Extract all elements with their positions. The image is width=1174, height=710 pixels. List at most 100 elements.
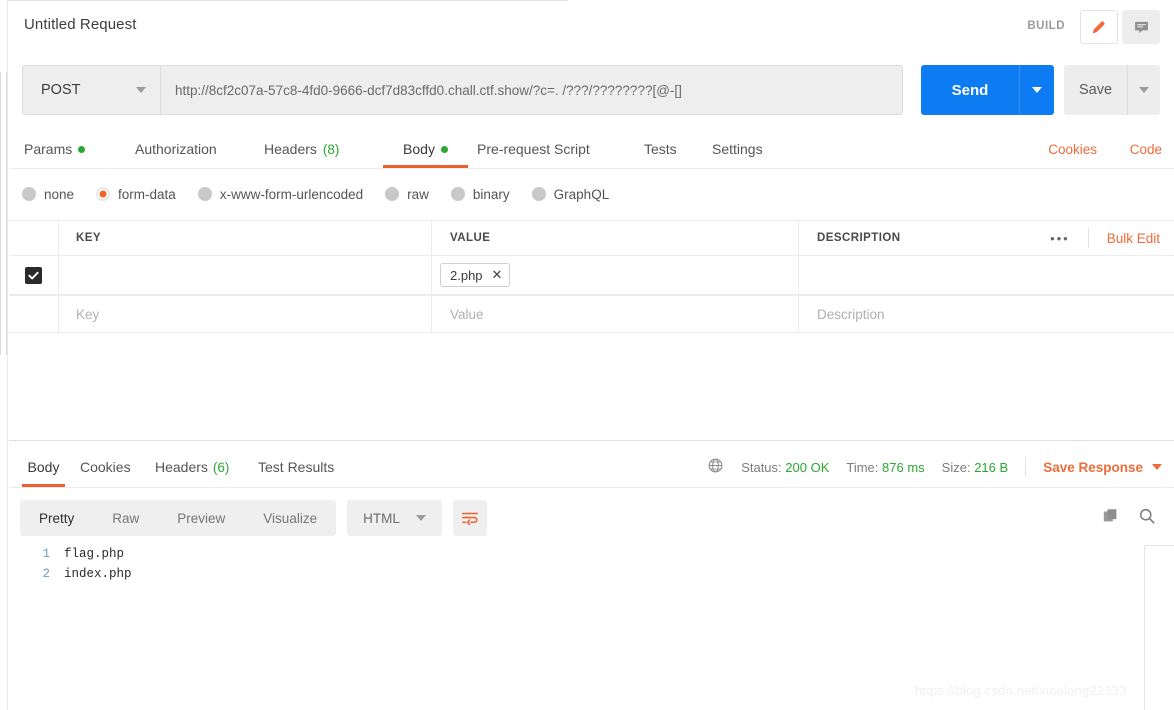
status-label: Status:	[741, 459, 782, 475]
body-type-label: GraphQL	[553, 186, 610, 202]
meta-divider	[1025, 457, 1027, 477]
table-placeholder-row: Key Value Description	[9, 295, 1174, 333]
size-label: Size:	[941, 459, 971, 475]
radio-icon	[22, 187, 36, 201]
send-button[interactable]: Send	[921, 65, 1019, 115]
chevron-down-icon	[415, 515, 426, 521]
radio-icon	[197, 187, 212, 201]
response-tab-headers[interactable]: Headers (6)	[155, 447, 229, 487]
tab-body[interactable]: Body	[383, 130, 468, 168]
checkbox-checked-icon[interactable]	[25, 266, 42, 284]
response-panel-divider	[1144, 545, 1145, 710]
response-tab-test-results[interactable]: Test Results	[258, 447, 334, 487]
save-options-button[interactable]	[1127, 65, 1160, 115]
code-line: 1 flag.php	[9, 544, 1144, 564]
file-chip[interactable]: 2.php ✕	[440, 263, 511, 287]
view-mode-pretty[interactable]: Pretty	[20, 500, 93, 536]
tab-label: Settings	[712, 141, 763, 157]
save-button[interactable]: Save	[1064, 65, 1127, 115]
body-type-label: form-data	[118, 186, 176, 202]
copy-icon[interactable]	[1102, 507, 1120, 530]
save-response-button[interactable]: Save Response	[1043, 460, 1162, 475]
search-icon[interactable]	[1138, 507, 1156, 530]
pencil-icon[interactable]	[1080, 10, 1118, 44]
response-meta: Status: 200 OK Time: 876 ms Size: 216 B …	[707, 447, 1162, 487]
response-tab-body[interactable]: Body	[22, 447, 65, 487]
body-type-label: none	[44, 186, 75, 202]
tab-label: Headers	[264, 141, 317, 157]
save-button-group: Save	[1064, 65, 1160, 115]
placeholder-value-cell[interactable]: Value	[432, 296, 799, 332]
row-description-cell[interactable]	[799, 256, 1174, 294]
tab-tests[interactable]: Tests	[644, 130, 677, 168]
tab-authorization[interactable]: Authorization	[135, 130, 217, 168]
placeholder-checkbox-cell	[9, 296, 59, 332]
row-checkbox-cell[interactable]	[9, 256, 59, 294]
form-data-table: KEY VALUE DESCRIPTION ••• Bulk Edit 2.ph…	[9, 220, 1174, 333]
key-input-placeholder: Key	[76, 306, 100, 322]
line-number: 1	[42, 547, 50, 561]
page-title: Untitled Request	[24, 16, 137, 33]
body-type-label: binary	[472, 186, 510, 202]
line-text: index.php	[64, 567, 132, 581]
size-badge: Size: 216 B	[942, 460, 1009, 475]
view-mode-preview[interactable]: Preview	[158, 500, 244, 536]
body-type-raw[interactable]: raw	[385, 187, 429, 202]
tab-label: Headers	[155, 459, 208, 475]
tab-params[interactable]: Params	[24, 130, 86, 168]
response-actions	[1102, 500, 1156, 536]
code-label: Code	[1129, 141, 1162, 157]
tab-headers[interactable]: Headers (8)	[264, 130, 339, 168]
body-type-graphql[interactable]: GraphQL	[531, 186, 610, 202]
body-type-form-data[interactable]: form-data	[96, 187, 176, 202]
size-value: 216 B	[974, 459, 1009, 475]
body-type-none[interactable]: none	[22, 187, 74, 202]
close-icon[interactable]: ✕	[492, 267, 503, 283]
method-select[interactable]: POST	[23, 66, 161, 114]
view-mode-raw[interactable]: Raw	[93, 500, 158, 536]
send-options-button[interactable]	[1019, 65, 1054, 115]
tab-label: Tests	[644, 141, 677, 157]
word-wrap-icon[interactable]	[452, 500, 487, 536]
response-tab-cookies[interactable]: Cookies	[80, 447, 131, 487]
save-response-label: Save Response	[1043, 459, 1143, 475]
response-view-toolbar: Pretty Raw Preview Visualize HTML	[20, 500, 487, 536]
row-value-cell[interactable]: 2.php ✕	[432, 256, 799, 294]
left-rail-segment	[0, 72, 7, 355]
chevron-down-icon	[1032, 87, 1042, 93]
tab-pre-request-script[interactable]: Pre-request Script	[477, 130, 590, 168]
status-badge: Status: 200 OK	[741, 460, 829, 475]
body-type-radio-group: none form-data x-www-form-urlencoded raw…	[22, 180, 631, 208]
request-title-bar: Untitled Request BUILD	[8, 1, 1174, 55]
cookies-label: Cookies	[1048, 141, 1097, 157]
tab-settings[interactable]: Settings	[712, 130, 763, 168]
format-select[interactable]: HTML	[347, 500, 442, 536]
cookies-link[interactable]: Cookies	[1048, 130, 1097, 168]
view-mode-visualize[interactable]: Visualize	[244, 500, 336, 536]
format-label: HTML	[363, 510, 400, 526]
chevron-down-icon	[136, 87, 146, 93]
time-value: 876 ms	[882, 459, 925, 475]
body-type-x-www-form-urlencoded[interactable]: x-www-form-urlencoded	[197, 187, 363, 202]
tab-label: Body	[27, 459, 60, 475]
code-link[interactable]: Code	[1130, 130, 1162, 168]
chevron-down-icon	[1139, 87, 1149, 93]
tab-count: (8)	[322, 141, 340, 157]
ellipsis-icon[interactable]: •••	[1032, 231, 1088, 246]
placeholder-description-cell[interactable]: Description	[799, 296, 1174, 332]
url-input[interactable]: http://8cf2c07a-57c8-4fd0-9666-dcf7d83cf…	[161, 66, 902, 114]
method-label: POST	[41, 82, 81, 98]
table-row: 2.php ✕	[9, 256, 1174, 295]
placeholder-key-cell[interactable]: Key	[59, 296, 432, 332]
radio-selected-icon	[96, 187, 111, 201]
time-badge: Time: 876 ms	[846, 460, 924, 475]
bulk-edit-button[interactable]: Bulk Edit	[1089, 231, 1160, 246]
comment-icon[interactable]	[1122, 10, 1160, 44]
row-key-cell[interactable]	[59, 256, 432, 294]
body-type-binary[interactable]: binary	[450, 186, 510, 202]
unsaved-dot-icon	[78, 145, 86, 153]
column-header-key: KEY	[76, 232, 101, 244]
response-tabs: Body Cookies Headers (6) Test Results St…	[9, 447, 1174, 487]
request-body-empty-area	[9, 333, 1174, 441]
tab-label: Authorization	[135, 141, 217, 157]
